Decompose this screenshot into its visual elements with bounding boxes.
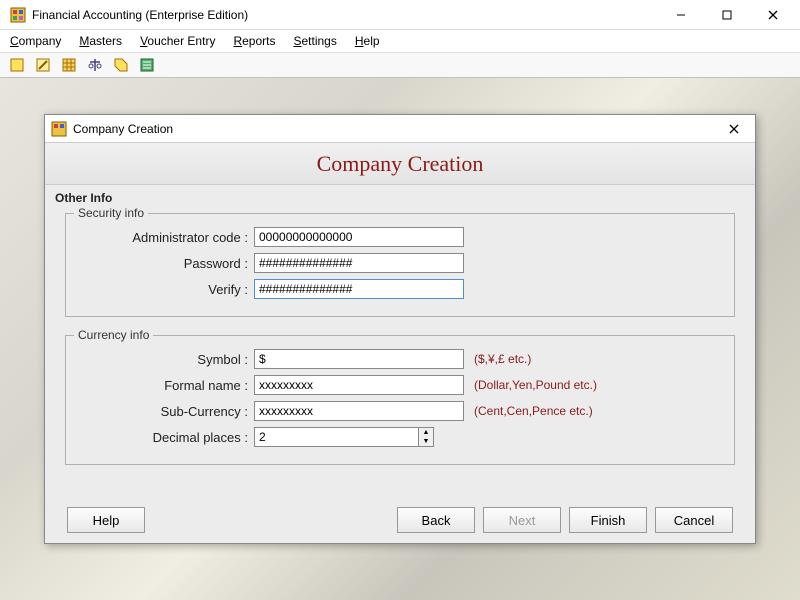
menu-masters[interactable]: Masters <box>79 34 122 48</box>
decimal-places-label: Decimal places : <box>74 430 254 445</box>
formal-name-label: Formal name : <box>74 378 254 393</box>
help-button[interactable]: Help <box>67 507 145 533</box>
currency-info-group: Currency info Symbol : ($,¥,£ etc.) Form… <box>65 335 735 465</box>
verify-input[interactable] <box>254 279 464 299</box>
sub-currency-hint: (Cent,Cen,Pence etc.) <box>474 404 593 418</box>
toolbar-new-icon[interactable] <box>6 55 28 75</box>
sub-currency-label: Sub-Currency : <box>74 404 254 419</box>
toolbar-tag-icon[interactable] <box>110 55 132 75</box>
formal-name-hint: (Dollar,Yen,Pound etc.) <box>474 378 597 392</box>
dialog-button-row: Help Back Next Finish Cancel <box>45 507 755 533</box>
dialog-icon <box>51 121 67 137</box>
verify-label: Verify : <box>74 282 254 297</box>
dialog-title: Company Creation <box>73 122 719 136</box>
toolbar <box>0 52 800 78</box>
symbol-hint: ($,¥,£ etc.) <box>474 352 531 366</box>
section-header: Other Info <box>45 185 755 207</box>
company-creation-dialog: Company Creation Company Creation Other … <box>44 114 756 544</box>
minimize-button[interactable] <box>658 1 704 29</box>
toolbar-list-icon[interactable] <box>136 55 158 75</box>
sub-currency-input[interactable] <box>254 401 464 421</box>
spinner-down-icon[interactable]: ▼ <box>419 437 433 446</box>
decimal-places-input[interactable] <box>254 427 419 447</box>
toolbar-edit-icon[interactable] <box>32 55 54 75</box>
close-button[interactable] <box>750 1 796 29</box>
maximize-button[interactable] <box>704 1 750 29</box>
menubar: CCompanyompany Masters Voucher Entry Rep… <box>0 30 800 52</box>
formal-name-input[interactable] <box>254 375 464 395</box>
dialog-titlebar: Company Creation <box>45 115 755 143</box>
app-title: Financial Accounting (Enterprise Edition… <box>32 8 658 22</box>
spinner-up-icon[interactable]: ▲ <box>419 428 433 437</box>
menu-voucher[interactable]: Voucher Entry <box>140 34 215 48</box>
currency-legend: Currency info <box>74 328 153 342</box>
menu-settings[interactable]: Settings <box>293 34 336 48</box>
admin-code-label: Administrator code : <box>74 230 254 245</box>
menu-reports[interactable]: Reports <box>233 34 275 48</box>
dialog-banner: Company Creation <box>45 143 755 185</box>
toolbar-balance-icon[interactable] <box>84 55 106 75</box>
app-icon <box>10 7 26 23</box>
security-legend: Security info <box>74 206 148 220</box>
toolbar-grid-icon[interactable] <box>58 55 80 75</box>
security-info-group: Security info Administrator code : Passw… <box>65 213 735 317</box>
main-titlebar: Financial Accounting (Enterprise Edition… <box>0 0 800 30</box>
menu-company[interactable]: CCompanyompany <box>10 34 61 48</box>
banner-title: Company Creation <box>317 151 484 177</box>
menu-help[interactable]: Help <box>355 34 380 48</box>
decimal-places-spinner[interactable]: ▲ ▼ <box>254 427 434 447</box>
password-input[interactable] <box>254 253 464 273</box>
finish-button[interactable]: Finish <box>569 507 647 533</box>
symbol-label: Symbol : <box>74 352 254 367</box>
dialog-close-button[interactable] <box>719 117 749 141</box>
password-label: Password : <box>74 256 254 271</box>
symbol-input[interactable] <box>254 349 464 369</box>
back-button[interactable]: Back <box>397 507 475 533</box>
admin-code-input[interactable] <box>254 227 464 247</box>
cancel-button[interactable]: Cancel <box>655 507 733 533</box>
next-button[interactable]: Next <box>483 507 561 533</box>
content-area: Company Creation Company Creation Other … <box>0 78 800 600</box>
